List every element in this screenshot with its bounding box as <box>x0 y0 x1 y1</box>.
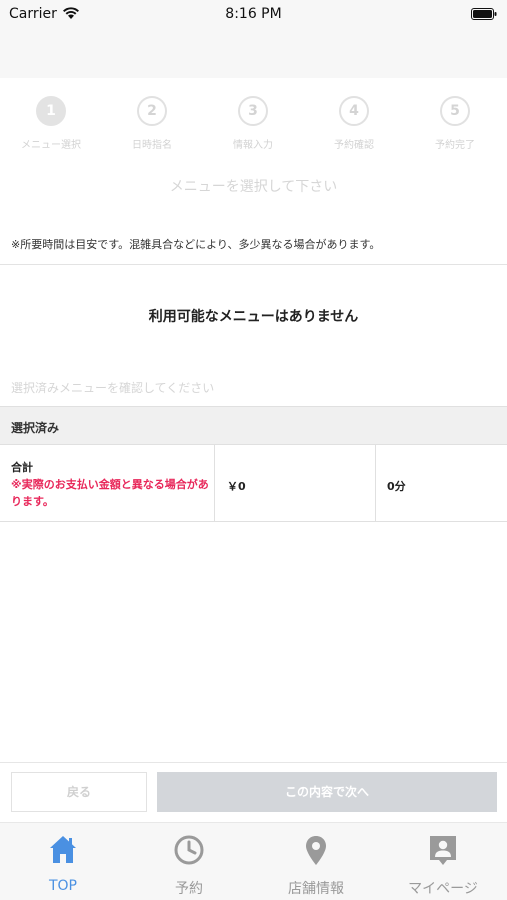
empty-menu-message: 利用可能なメニューはありません <box>148 309 359 325</box>
selected-header-label: 選択済み <box>11 421 60 435</box>
back-button[interactable]: 戻る <box>11 772 147 812</box>
tab-store-info-label: 店舗情報 <box>288 881 344 897</box>
step-3-circle: 3 <box>238 96 268 126</box>
footer-divider <box>0 762 507 763</box>
step-2-label: 日時指名 <box>132 140 172 151</box>
battery-icon <box>471 8 497 20</box>
step-3: 3 情報入力 <box>203 96 303 151</box>
step-5-circle: 5 <box>440 96 470 126</box>
tab-bar: TOP 予約 店舗情報 マイページ <box>0 822 507 900</box>
step-5-label: 予約完了 <box>435 140 475 151</box>
total-warning: ※実際のお支払い金額と異なる場合があります。 <box>11 478 209 508</box>
tab-reservation[interactable]: 予約 <box>126 823 252 900</box>
total-row: 合計 ※実際のお支払い金額と異なる場合があります。 ￥0 0分 <box>0 445 507 522</box>
map-pin-icon <box>306 836 326 865</box>
duration-notice: ※所要時間は目安です。混雑具合などにより、多少異なる場合があります。 <box>11 238 381 251</box>
cell-separator <box>375 445 376 521</box>
step-1-circle: 1 <box>36 96 66 126</box>
clock-icon <box>174 835 204 865</box>
tab-store-info[interactable]: 店舗情報 <box>253 823 379 900</box>
total-label: 合計 <box>11 461 33 474</box>
status-bar: Carrier 8:16 PM <box>0 0 507 30</box>
step-1-label: メニュー選択 <box>21 140 81 151</box>
step-3-label: 情報入力 <box>233 140 273 151</box>
home-icon <box>50 836 76 863</box>
tab-mypage[interactable]: マイページ <box>380 823 506 900</box>
step-2-circle: 2 <box>137 96 167 126</box>
next-button[interactable]: この内容で次へ <box>157 772 497 812</box>
tab-mypage-label: マイページ <box>408 881 478 897</box>
tab-top-label: TOP <box>48 878 77 894</box>
step-1: 1 メニュー選択 <box>1 96 101 151</box>
tab-reservation-label: 予約 <box>175 881 203 897</box>
total-price: ￥0 <box>227 480 246 493</box>
step-5: 5 予約完了 <box>405 96 505 151</box>
step-4-circle: 4 <box>339 96 369 126</box>
navigation-bar <box>0 30 507 78</box>
menu-section-heading: メニューを選択して下さい <box>169 179 338 195</box>
status-time: 8:16 PM <box>225 6 282 22</box>
tab-top[interactable]: TOP <box>0 823 126 900</box>
total-time: 0分 <box>387 480 406 493</box>
step-4-label: 予約確認 <box>334 140 374 151</box>
selected-menu-hint: 選択済みメニューを確認してください <box>11 381 215 395</box>
selected-header: 選択済み <box>0 406 507 445</box>
step-indicator: 1 メニュー選択 2 日時指名 3 情報入力 4 予約確認 5 予約完了 <box>0 78 507 158</box>
cell-separator <box>214 445 215 521</box>
divider <box>0 264 507 265</box>
step-2: 2 日時指名 <box>102 96 202 151</box>
profile-icon <box>430 836 456 865</box>
step-4: 4 予約確認 <box>304 96 404 151</box>
